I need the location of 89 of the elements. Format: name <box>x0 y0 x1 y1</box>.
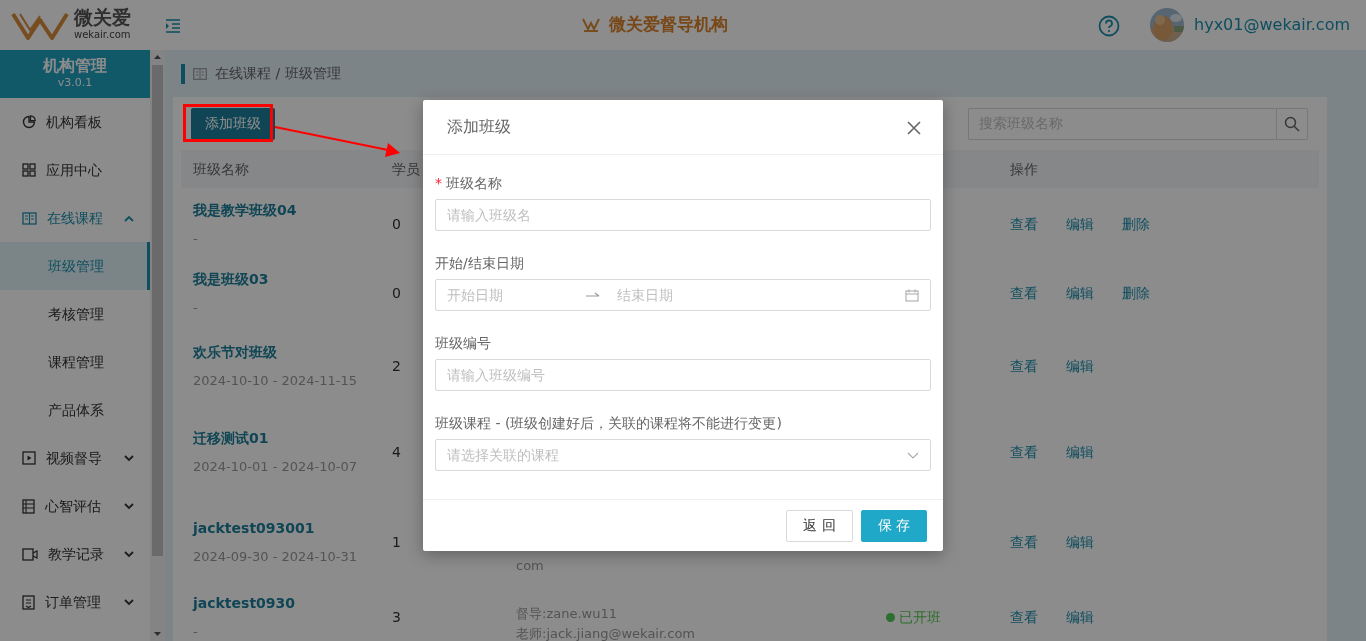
help-button[interactable] <box>1098 13 1121 37</box>
field-label: 班级编号 <box>435 335 491 351</box>
version-label: v3.0.1 <box>57 75 93 92</box>
list-icon <box>22 498 35 514</box>
sidebar-item[interactable]: 机构看板 <box>0 98 150 146</box>
book-icon <box>22 211 37 225</box>
arrow-icon <box>585 291 601 299</box>
chevron-icon <box>124 502 134 510</box>
add-class-button[interactable]: 添加班级 <box>191 107 275 140</box>
save-button[interactable]: 保 存 <box>860 509 927 542</box>
action-link[interactable]: 编辑 <box>1066 214 1094 235</box>
org-logo-icon <box>581 17 601 33</box>
required-mark: * <box>435 175 442 191</box>
sidebar-item[interactable]: 心智评估 <box>0 482 150 530</box>
column-header: 班级名称 <box>193 160 249 177</box>
field-label: 班级名称 <box>446 175 502 191</box>
select-field[interactable]: 请选择关联的课程 <box>435 439 931 471</box>
date-range: - <box>193 299 199 318</box>
action-link[interactable]: 删除 <box>1122 283 1150 304</box>
chevron-icon <box>124 454 134 462</box>
action-link[interactable]: 查看 <box>1010 283 1038 304</box>
search-icon <box>1284 116 1300 132</box>
action-link[interactable]: 编辑 <box>1066 355 1094 377</box>
action-link[interactable]: 查看 <box>1010 441 1038 463</box>
sidebar-title: 机构管理 <box>43 56 107 76</box>
org-title: 微关爱督导机构 <box>609 13 728 37</box>
student-count: 0 <box>392 284 401 303</box>
class-name-link[interactable]: 欢乐节对班级 <box>193 341 392 363</box>
action-link[interactable]: 查看 <box>1010 607 1038 628</box>
search-button[interactable] <box>1276 107 1308 140</box>
action-link[interactable]: 查看 <box>1010 355 1038 377</box>
chevron-icon <box>124 550 134 558</box>
document-icon <box>22 594 35 610</box>
class-name-link[interactable]: 我是班级03 <box>193 269 392 291</box>
sidebar-subitem[interactable]: 班级管理 <box>0 242 150 290</box>
student-count: 4 <box>392 442 401 462</box>
action-link[interactable]: 查看 <box>1010 214 1038 235</box>
sidebar-subitem[interactable]: 考核管理 <box>0 290 150 338</box>
action-link[interactable]: 删除 <box>1122 214 1150 235</box>
back-button[interactable]: 返 回 <box>786 509 853 542</box>
student-count: 3 <box>392 608 401 627</box>
date-range: - <box>193 230 199 249</box>
pie-chart-icon <box>22 115 36 129</box>
sidebar-item[interactable]: 在线课程 <box>0 194 150 242</box>
brand-name: 微关爱 <box>74 8 131 27</box>
action-link[interactable]: 编辑 <box>1066 607 1094 628</box>
sidebar-subitem[interactable]: 产品体系 <box>0 386 150 434</box>
date-range: - <box>193 623 199 641</box>
action-link[interactable]: 编辑 <box>1066 531 1094 553</box>
input-field[interactable]: 请输入班级编号 <box>435 359 931 391</box>
student-count: 0 <box>392 215 401 234</box>
video-camera-icon <box>22 547 38 561</box>
scrollbar[interactable] <box>150 50 165 641</box>
close-button[interactable] <box>907 118 921 136</box>
chevron-icon <box>124 214 134 222</box>
date-range: 2024-09-30 - 2024-10-31 <box>193 547 359 566</box>
book-icon <box>193 67 207 80</box>
calendar-icon <box>905 288 919 302</box>
input-field[interactable]: 请输入班级名 <box>435 199 931 231</box>
class-name-link[interactable]: jacktest0930 <box>193 593 392 615</box>
status-text: 已开班 <box>899 608 941 627</box>
play-icon <box>22 451 36 465</box>
class-name-link[interactable]: 迁移测试01 <box>193 427 392 449</box>
class-name-link[interactable]: jacktest093001 <box>193 517 392 539</box>
class-name-link[interactable]: 我是教学班级04 <box>193 200 392 222</box>
sidebar-item[interactable]: 视频督导 <box>0 434 150 482</box>
column-header: 学员 <box>392 160 420 177</box>
action-link[interactable]: 查看 <box>1010 531 1038 553</box>
sidebar-subitem[interactable]: 课程管理 <box>0 338 150 386</box>
breadcrumb: 在线课程 / 班级管理 <box>215 64 341 83</box>
grid-icon <box>22 163 36 177</box>
date-range: 2024-10-01 - 2024-10-07 <box>193 457 359 476</box>
date-range-field[interactable]: 开始日期 结束日期 <box>435 279 931 311</box>
action-link[interactable]: 编辑 <box>1066 441 1094 463</box>
sidebar-item[interactable]: 应用中心 <box>0 146 150 194</box>
dialog-title: 添加班级 <box>447 117 511 137</box>
sidebar-item[interactable]: 订单管理 <box>0 578 150 626</box>
student-count: 2 <box>392 356 401 376</box>
chevron-icon <box>907 451 919 459</box>
action-link[interactable]: 编辑 <box>1066 283 1094 304</box>
user-email[interactable]: hyx01@wekair.com <box>1194 13 1350 37</box>
student-count: 1 <box>392 532 401 552</box>
sidebar-item[interactable]: 教学记录 <box>0 530 150 578</box>
date-range: 2024-10-10 - 2024-11-15 <box>193 371 359 390</box>
chevron-icon <box>124 598 134 606</box>
brand-domain: wekair.com <box>74 28 131 42</box>
column-header: 操作 <box>1010 160 1038 177</box>
field-label: 班级课程 - (班级创建好后，关联的课程将不能进行变更) <box>435 415 782 431</box>
field-label: 开始/结束日期 <box>435 255 524 271</box>
